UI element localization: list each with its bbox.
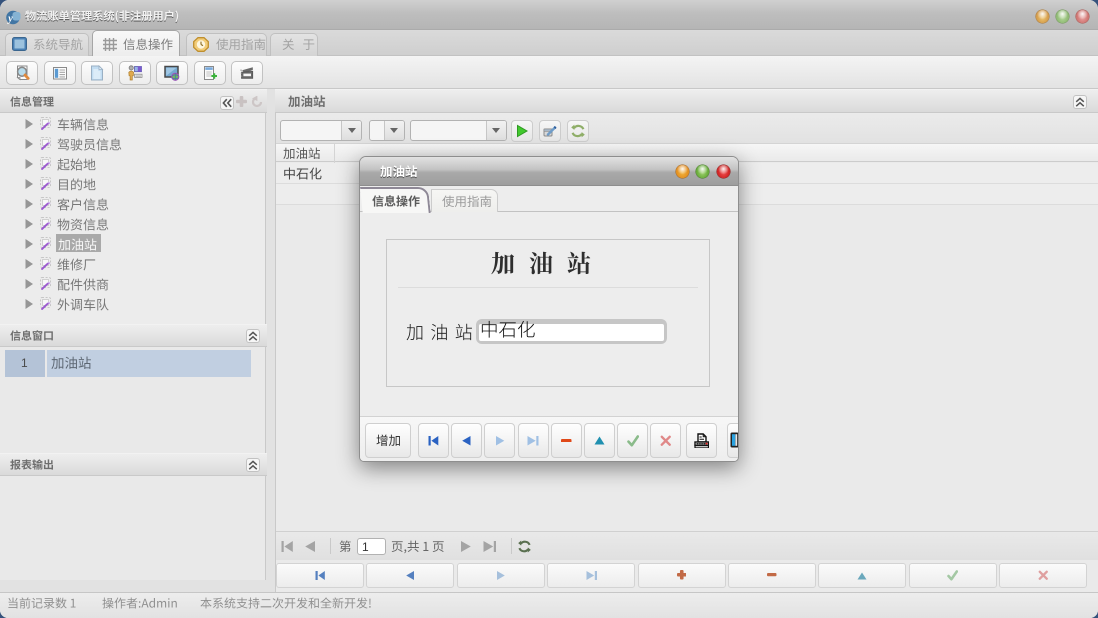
svg-text:y: y	[7, 14, 13, 25]
